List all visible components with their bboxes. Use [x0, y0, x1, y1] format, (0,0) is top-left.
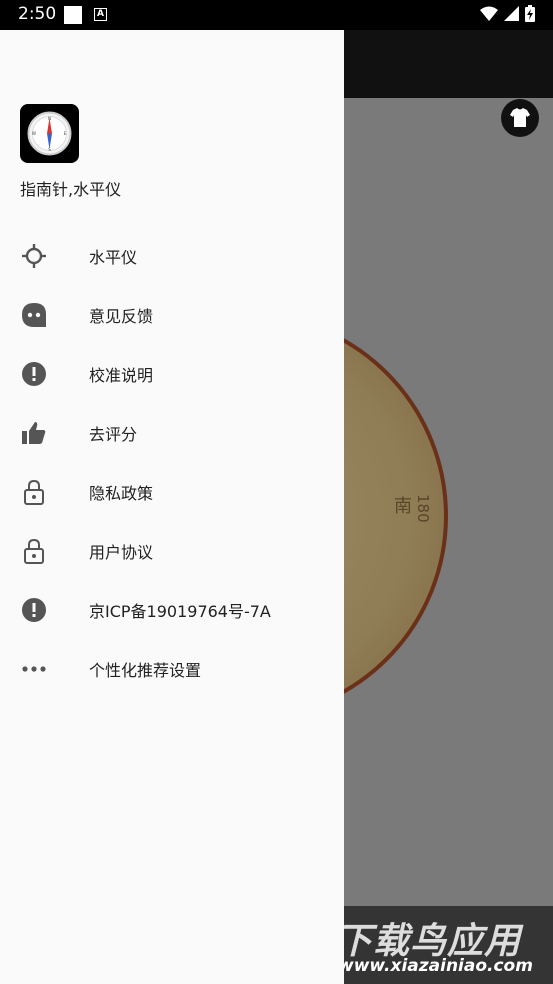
theme-shirt-button[interactable] [501, 99, 539, 137]
menu-item-privacy[interactable]: 隐私政策 [0, 462, 344, 521]
status-bar: 2:50 A [0, 0, 553, 30]
feedback-bubble-icon [22, 303, 46, 327]
drawer-menu: 水平仪 意见反馈 校准说明 去评分 隐私政策 用户协议 京ICP备1901976… [0, 226, 344, 698]
menu-item-icp[interactable]: 京ICP备19019764号-7A [0, 580, 344, 639]
watermark: 下载鸟应用 www.xiazainiao.com [330, 906, 553, 984]
alert-circle-icon [22, 362, 46, 386]
compass-degree-label: 180 [414, 494, 432, 523]
menu-item-calibration[interactable]: 校准说明 [0, 344, 344, 403]
svg-text:W: W [32, 131, 36, 136]
app-name: 指南针,水平仪 [20, 180, 122, 199]
crosshair-icon [22, 244, 46, 268]
menu-item-label: 隐私政策 [89, 484, 154, 503]
menu-item-rate[interactable]: 去评分 [0, 403, 344, 462]
menu-item-feedback[interactable]: 意见反馈 [0, 285, 344, 344]
more-dots-icon [22, 666, 46, 672]
menu-item-label: 个性化推荐设置 [89, 661, 202, 680]
menu-item-label: 用户协议 [89, 543, 154, 562]
alert-circle-icon [22, 598, 46, 622]
status-time: 2:50 [18, 4, 57, 24]
menu-item-user-agreement[interactable]: 用户协议 [0, 521, 344, 580]
thumbs-up-icon [22, 422, 46, 444]
screen: 2:50 A 南 180 下载鸟应用 www.xiazainiao.com N … [0, 0, 553, 984]
notification-square-icon [64, 6, 82, 24]
wifi-icon [480, 6, 498, 21]
menu-item-personalization[interactable]: 个性化推荐设置 [0, 639, 344, 698]
shirt-icon [510, 108, 530, 127]
menu-item-label: 京ICP备19019764号-7A [89, 602, 271, 621]
svg-text:N: N [48, 116, 51, 121]
menu-item-label: 去评分 [89, 425, 138, 444]
menu-item-label: 意见反馈 [89, 307, 154, 326]
menu-item-label: 校准说明 [89, 366, 154, 385]
battery-icon [525, 5, 535, 22]
navigation-drawer: N S W E 指南针,水平仪 水平仪 意见反馈 校准说明 去评分 隐私政策 用… [0, 30, 344, 984]
lock-icon [24, 479, 44, 505]
compass-direction-label: 南 [391, 496, 412, 514]
watermark-url: www.xiazainiao.com [338, 956, 533, 976]
notification-a-icon: A [94, 8, 107, 21]
compass-logo-icon: N S W E [27, 111, 72, 156]
lock-icon [24, 538, 44, 564]
app-logo: N S W E [20, 104, 79, 163]
cellular-signal-icon [504, 6, 519, 21]
svg-text:S: S [48, 147, 51, 152]
status-icons [480, 5, 535, 22]
menu-item-level[interactable]: 水平仪 [0, 226, 344, 285]
menu-item-label: 水平仪 [89, 248, 138, 267]
